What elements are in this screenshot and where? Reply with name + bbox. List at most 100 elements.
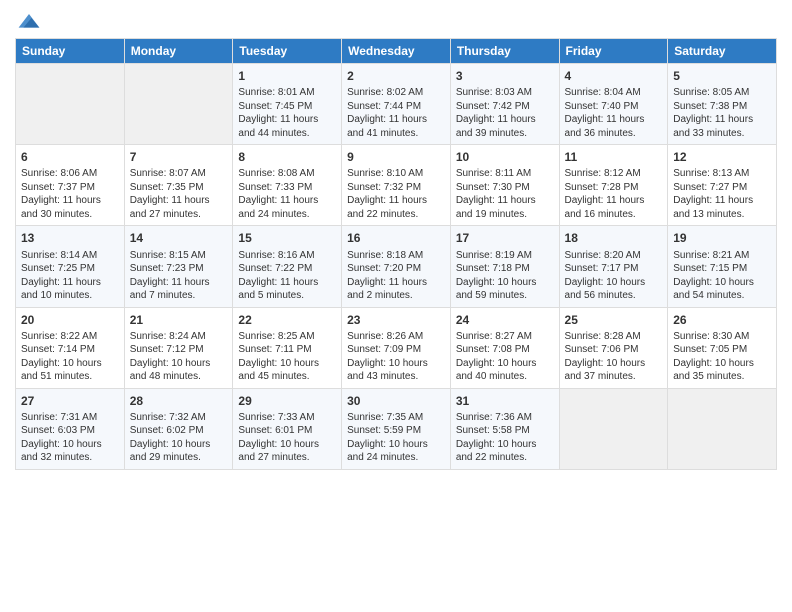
day-info: Sunset: 7:37 PM <box>21 181 119 195</box>
day-info: Sunrise: 8:27 AM <box>456 330 554 344</box>
day-info: Sunset: 7:06 PM <box>565 343 663 357</box>
calendar-cell: 18Sunrise: 8:20 AMSunset: 7:17 PMDayligh… <box>559 226 668 307</box>
day-info: Sunset: 7:23 PM <box>130 262 228 276</box>
day-info: Daylight: 11 hours and 7 minutes. <box>130 276 228 303</box>
calendar-cell: 2 Sunrise: 8:02 AMSunset: 7:44 PMDaylight… <box>342 64 451 145</box>
calendar-cell: 23Sunrise: 8:26 AMSunset: 7:09 PMDayligh… <box>342 307 451 388</box>
calendar-cell <box>124 64 233 145</box>
day-info: Sunrise: 8:10 AM <box>347 167 445 181</box>
day-info: Daylight: 10 hours and 24 minutes. <box>347 438 445 465</box>
calendar-cell: 22Sunrise: 8:25 AMSunset: 7:11 PMDayligh… <box>233 307 342 388</box>
day-info: Sunrise: 8:06 AM <box>21 167 119 181</box>
calendar-cell: 31Sunrise: 7:36 AMSunset: 5:58 PMDayligh… <box>450 388 559 469</box>
day-info: Sunrise: 8:14 AM <box>21 249 119 263</box>
day-info: Sunrise: 8:20 AM <box>565 249 663 263</box>
day-info: Sunset: 7:15 PM <box>673 262 771 276</box>
calendar-cell: 4Sunrise: 8:04 AMSunset: 7:40 PMDaylight… <box>559 64 668 145</box>
day-info: Daylight: 10 hours and 37 minutes. <box>565 357 663 384</box>
day-info: Sunrise: 7:32 AM <box>130 411 228 425</box>
day-info: Daylight: 10 hours and 59 minutes. <box>456 276 554 303</box>
day-info: Sunrise: 8:18 AM <box>347 249 445 263</box>
day-info: Sunrise: 8:22 AM <box>21 330 119 344</box>
weekday-header-monday: Monday <box>124 39 233 64</box>
calendar-cell: 25Sunrise: 8:28 AMSunset: 7:06 PMDayligh… <box>559 307 668 388</box>
logo-icon <box>17 10 41 34</box>
day-info: Daylight: 10 hours and 54 minutes. <box>673 276 771 303</box>
day-info: Sunrise: 8:02 AM <box>347 86 445 100</box>
calendar-cell: 20 Sunrise: 8:22 AMSunset: 7:14 PMDayligh… <box>16 307 125 388</box>
calendar-cell: 21Sunrise: 8:24 AMSunset: 7:12 PMDayligh… <box>124 307 233 388</box>
day-info: Sunrise: 8:26 AM <box>347 330 445 344</box>
day-info: Sunrise: 8:21 AM <box>673 249 771 263</box>
day-number: 22 <box>238 312 336 328</box>
day-info: Sunrise: 8:11 AM <box>456 167 554 181</box>
calendar-cell: 24Sunrise: 8:27 AMSunset: 7:08 PMDayligh… <box>450 307 559 388</box>
calendar-cell: 5Sunrise: 8:05 AMSunset: 7:38 PMDaylight… <box>668 64 777 145</box>
weekday-header-saturday: Saturday <box>668 39 777 64</box>
day-info: Sunset: 7:28 PM <box>565 181 663 195</box>
day-number: 25 <box>565 312 663 328</box>
day-number: 17 <box>456 230 554 246</box>
day-info: Daylight: 11 hours and 27 minutes. <box>130 194 228 221</box>
day-info: Sunset: 7:08 PM <box>456 343 554 357</box>
calendar-cell: 14 Sunrise: 8:15 AMSunset: 7:23 PMDayligh… <box>124 226 233 307</box>
weekday-header-wednesday: Wednesday <box>342 39 451 64</box>
day-info: Sunset: 7:44 PM <box>347 100 445 114</box>
day-number: 27 <box>21 393 119 409</box>
day-number: 8 <box>238 149 336 165</box>
calendar-cell: 11Sunrise: 8:12 AMSunset: 7:28 PMDayligh… <box>559 145 668 226</box>
day-info: Daylight: 10 hours and 56 minutes. <box>565 276 663 303</box>
calendar-week-5: 27Sunrise: 7:31 AMSunset: 6:03 PMDayligh… <box>16 388 777 469</box>
day-info: Daylight: 11 hours and 41 minutes. <box>347 113 445 140</box>
day-info: Sunrise: 8:25 AM <box>238 330 336 344</box>
day-info: Sunrise: 8:12 AM <box>565 167 663 181</box>
day-info: Daylight: 11 hours and 13 minutes. <box>673 194 771 221</box>
day-number: 16 <box>347 230 445 246</box>
calendar-cell: 7Sunrise: 8:07 AMSunset: 7:35 PMDaylight… <box>124 145 233 226</box>
day-info: Daylight: 11 hours and 24 minutes. <box>238 194 336 221</box>
day-number: 15 <box>238 230 336 246</box>
page-container: SundayMondayTuesdayWednesdayThursdayFrid… <box>0 0 792 480</box>
day-info: Daylight: 10 hours and 43 minutes. <box>347 357 445 384</box>
day-info: Daylight: 10 hours and 29 minutes. <box>130 438 228 465</box>
day-info: Sunset: 6:02 PM <box>130 424 228 438</box>
day-number: 28 <box>130 393 228 409</box>
day-info: Daylight: 10 hours and 51 minutes. <box>21 357 119 384</box>
day-info: Daylight: 11 hours and 44 minutes. <box>238 113 336 140</box>
calendar-cell <box>559 388 668 469</box>
day-info: Sunrise: 8:30 AM <box>673 330 771 344</box>
calendar-header: SundayMondayTuesdayWednesdayThursdayFrid… <box>16 39 777 64</box>
day-info: Daylight: 11 hours and 2 minutes. <box>347 276 445 303</box>
day-number: 30 <box>347 393 445 409</box>
day-info: Sunset: 7:27 PM <box>673 181 771 195</box>
day-info: Sunrise: 8:19 AM <box>456 249 554 263</box>
day-info: Sunrise: 8:04 AM <box>565 86 663 100</box>
calendar-cell: 9Sunrise: 8:10 AMSunset: 7:32 PMDaylight… <box>342 145 451 226</box>
calendar-cell: 6Sunrise: 8:06 AMSunset: 7:37 PMDaylight… <box>16 145 125 226</box>
calendar-week-3: 13Sunrise: 8:14 AMSunset: 7:25 PMDayligh… <box>16 226 777 307</box>
calendar-cell: 19Sunrise: 8:21 AMSunset: 7:15 PMDayligh… <box>668 226 777 307</box>
day-info: Sunset: 6:01 PM <box>238 424 336 438</box>
day-number: 20 <box>21 312 119 328</box>
day-info: Sunrise: 8:15 AM <box>130 249 228 263</box>
day-info: Daylight: 10 hours and 22 minutes. <box>456 438 554 465</box>
day-info: Sunrise: 8:03 AM <box>456 86 554 100</box>
weekday-header-row: SundayMondayTuesdayWednesdayThursdayFrid… <box>16 39 777 64</box>
day-number: 13 <box>21 230 119 246</box>
calendar-cell: 29Sunrise: 7:33 AMSunset: 6:01 PMDayligh… <box>233 388 342 469</box>
day-number: 2 <box>347 68 445 84</box>
day-info: Sunset: 7:14 PM <box>21 343 119 357</box>
day-info: Sunset: 5:58 PM <box>456 424 554 438</box>
day-number: 14 <box>130 230 228 246</box>
day-number: 26 <box>673 312 771 328</box>
calendar-week-4: 20Sunrise: 8:22 AMSunset: 7:14 PMDayligh… <box>16 307 777 388</box>
day-info: Sunset: 7:22 PM <box>238 262 336 276</box>
calendar-week-2: 6Sunrise: 8:06 AMSunset: 7:37 PMDaylight… <box>16 145 777 226</box>
calendar-cell <box>668 388 777 469</box>
day-info: Daylight: 11 hours and 19 minutes. <box>456 194 554 221</box>
day-number: 12 <box>673 149 771 165</box>
day-info: Daylight: 10 hours and 35 minutes. <box>673 357 771 384</box>
day-info: Sunset: 7:05 PM <box>673 343 771 357</box>
day-info: Sunset: 7:12 PM <box>130 343 228 357</box>
day-number: 24 <box>456 312 554 328</box>
